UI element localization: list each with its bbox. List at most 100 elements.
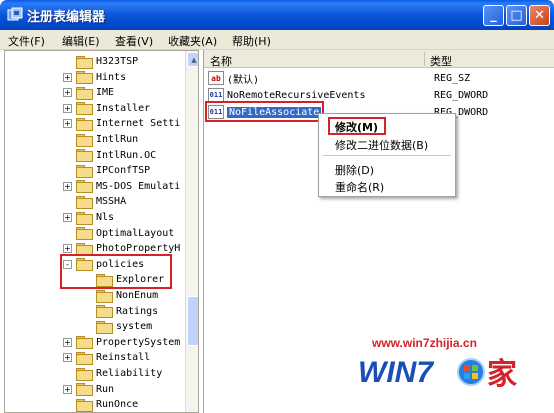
menu-delete[interactable]: 删除(D) <box>335 162 374 178</box>
scroll-thumb[interactable] <box>187 296 198 346</box>
tree-item-label: PhotoPropertyH <box>96 243 181 255</box>
tree-item[interactable]: NonEnum <box>83 288 158 303</box>
tree-item[interactable]: OptimalLayout <box>63 226 174 241</box>
tree-item[interactable]: + MS-DOS Emulati <box>63 179 180 194</box>
tree-item[interactable]: system <box>83 319 152 334</box>
folder-icon <box>76 117 93 131</box>
column-header: 名称 类型 <box>204 50 554 68</box>
close-button[interactable]: ✕ <box>529 5 550 26</box>
column-divider[interactable] <box>424 52 425 66</box>
tree-item[interactable]: + Reinstall <box>63 350 150 365</box>
menu-view[interactable]: 查看(V) <box>115 33 153 49</box>
tree-item[interactable]: + Installer <box>63 101 150 116</box>
tree-item-label: IntlRun.OC <box>96 149 157 161</box>
folder-icon <box>76 180 93 194</box>
tree-item-label: H323TSP <box>96 56 139 67</box>
column-type-header[interactable]: 类型 <box>430 53 452 69</box>
tree-item[interactable]: IntlRun.OC <box>63 148 156 163</box>
tree-item[interactable]: + Hints <box>63 70 126 85</box>
minimize-icon: _ <box>490 8 497 23</box>
menu-bar: 文件(F) 编辑(E) 查看(V) 收藏夹(A) 帮助(H) <box>0 30 554 50</box>
key-tree-pane[interactable]: H323TSP + Hints + IME + Installer + Internet Set… <box>4 50 199 413</box>
value-name: (默认) <box>227 74 260 86</box>
expand-icon[interactable]: + <box>63 181 72 191</box>
folder-icon <box>76 351 93 365</box>
tree-item[interactable]: IntlRun <box>63 132 138 147</box>
tree-item-label: Installer <box>96 102 151 114</box>
expand-icon[interactable]: + <box>63 119 72 129</box>
expand-icon[interactable]: + <box>63 353 72 363</box>
tree-item[interactable]: + Internet Setti <box>63 116 180 131</box>
regedit-icon <box>7 7 23 21</box>
folder-icon <box>76 86 93 100</box>
folder-icon <box>76 71 93 85</box>
tree-item-label: IntlRun <box>96 134 139 145</box>
close-icon: ✕ <box>534 8 545 23</box>
tree-item[interactable]: RunOnce <box>63 397 138 412</box>
folder-icon <box>76 133 93 147</box>
expand-icon[interactable]: + <box>63 213 72 222</box>
menu-edit[interactable]: 编辑(E) <box>62 33 100 49</box>
tree-item[interactable]: + IME <box>63 85 114 100</box>
menu-modify-binary[interactable]: 修改二进位数据(B) <box>335 137 428 153</box>
menu-favorites[interactable]: 收藏夹(A) <box>168 33 217 49</box>
tree-item-label: Ratings <box>116 305 159 317</box>
minimize-button[interactable]: _ <box>483 5 504 26</box>
scroll-up-button[interactable]: ▲ <box>187 52 198 67</box>
menu-file[interactable]: 文件(F) <box>8 33 45 49</box>
expand-icon[interactable]: + <box>63 103 72 113</box>
expand-icon[interactable]: + <box>63 72 72 82</box>
folder-icon <box>76 383 93 397</box>
tree-item[interactable]: MSSHA <box>63 194 126 209</box>
menu-rename[interactable]: 重命名(R) <box>335 179 384 195</box>
tree-item-label: system <box>116 321 153 333</box>
folder-icon <box>76 227 93 241</box>
folder-icon <box>76 55 93 69</box>
tree-scrollbar[interactable]: ▲ <box>185 51 198 412</box>
logo-text: WIN7 <box>358 356 434 389</box>
tree-item[interactable]: Ratings <box>83 304 158 319</box>
chevron-up-icon: ▲ <box>191 55 197 64</box>
tree-item[interactable]: + Nls <box>63 210 114 225</box>
column-name-header[interactable]: 名称 <box>210 53 232 69</box>
value-type: REG_SZ <box>434 72 471 84</box>
tree-item[interactable]: + PropertySystem <box>63 335 180 350</box>
tree-item-label: Run <box>96 383 115 395</box>
window-title: 注册表编辑器 <box>27 10 106 25</box>
folder-icon <box>96 320 113 334</box>
expand-icon[interactable]: + <box>63 337 72 347</box>
tree-item-label: Reinstall <box>96 352 151 364</box>
maximize-icon: □ <box>510 8 523 23</box>
logo-suffix: 家 <box>487 357 517 390</box>
folder-icon <box>96 305 113 319</box>
folder-icon <box>96 289 113 303</box>
folder-icon <box>76 149 93 163</box>
expand-icon[interactable]: + <box>63 244 72 254</box>
value-type: REG_DWORD <box>434 89 489 101</box>
folder-icon <box>76 336 93 350</box>
tree-item[interactable]: Reliability <box>63 366 162 381</box>
expand-icon[interactable]: + <box>63 88 72 98</box>
tree-item-label: IPConfTSP <box>96 165 151 177</box>
folder-icon <box>76 242 93 256</box>
value-highlight <box>205 101 324 122</box>
value-row[interactable]: ab (默认) REG_SZ <box>208 70 548 86</box>
tree-item-label: MSSHA <box>96 196 127 208</box>
tree-item-label: Nls <box>96 212 115 223</box>
value-name: NoRemoteRecursiveEvents <box>227 89 366 101</box>
maximize-button[interactable]: □ <box>506 5 527 26</box>
tree-item-label: PropertySystem <box>96 336 181 348</box>
folder-icon <box>76 164 93 178</box>
tree-item[interactable]: + Run <box>63 382 114 397</box>
menu-divider <box>323 155 451 156</box>
folder-icon <box>76 195 93 209</box>
tree-item[interactable]: IPConfTSP <box>63 163 150 178</box>
menu-help[interactable]: 帮助(H) <box>232 33 271 49</box>
tree-item[interactable]: H323TSP <box>63 54 138 69</box>
expand-icon[interactable]: + <box>63 384 72 394</box>
context-menu: 修改(M) 修改二进位数据(B) 删除(D) 重命名(R) <box>318 113 456 197</box>
tree-item-label: RunOnce <box>96 399 139 411</box>
folder-icon <box>76 367 93 381</box>
title-bar[interactable]: 注册表编辑器 _ □ ✕ <box>0 0 554 30</box>
tree-item-label: NonEnum <box>116 290 159 301</box>
